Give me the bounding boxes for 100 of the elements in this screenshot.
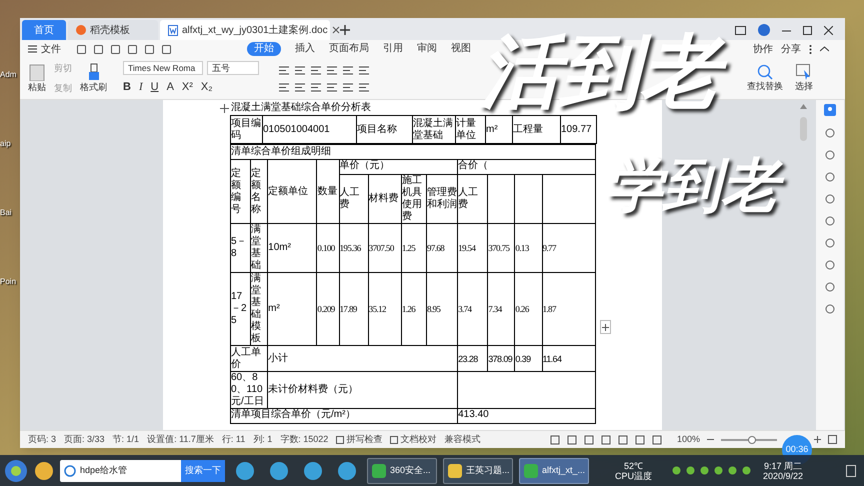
format-button[interactable]: A [166, 79, 174, 96]
table-header: 材料费 [368, 174, 402, 224]
desktop-icon-label[interactable]: Bai [0, 208, 20, 217]
table-cell: 1.87 [542, 272, 596, 346]
status-text: 字数: 15022 [280, 432, 328, 446]
table-cell: 0.13 [514, 224, 542, 272]
table-cell: 清单项目综合单价（元/m²） [230, 408, 458, 424]
cpu-label: CPU温度 [615, 470, 652, 480]
status-text: 页面: 3/33 [64, 432, 105, 446]
zoom-out-icon [707, 436, 714, 443]
ribbon-tab[interactable]: 插入 [295, 42, 315, 56]
window-app-icon [524, 464, 538, 478]
format-button[interactable]: U [150, 79, 159, 96]
checkbox-icon [336, 436, 344, 444]
table-cell: 17－25 [230, 272, 251, 346]
table-header: 定额名称 [250, 160, 268, 224]
ribbon-tab[interactable]: 视图 [451, 42, 471, 56]
table-cell: 60、80、110元/工日 [230, 372, 268, 408]
move-handle-icon [220, 104, 229, 112]
search-icon [757, 64, 773, 80]
table-cell: 11.64 [542, 346, 596, 372]
paragraph-icon [311, 82, 321, 92]
fit-icon [828, 435, 837, 444]
table-cell: 项目名称 [356, 116, 412, 144]
paragraph-icon [343, 82, 353, 92]
status-button[interactable]: 文档校对 [390, 432, 436, 446]
ribbon-tab[interactable]: 引用 [383, 42, 403, 56]
checkbox-icon [390, 436, 398, 444]
browser-icon [64, 464, 76, 476]
file-menu[interactable]: 文件 [28, 42, 69, 56]
table-header: 人工费 [339, 174, 368, 224]
start-orb-icon [4, 458, 28, 482]
slider-thumb[interactable] [748, 436, 756, 444]
window-app-icon [448, 464, 462, 478]
table-cell: 23.28 [458, 346, 488, 372]
table-cell: 378.09 [488, 346, 515, 372]
table-cell: 0.26 [514, 272, 542, 346]
plus-icon [340, 25, 350, 35]
align-left-icon [279, 82, 289, 92]
document-tab[interactable]: 首页 [22, 20, 66, 40]
zoom-percent: 100% [676, 432, 700, 446]
desktop-icon-label[interactable]: Poin [0, 277, 20, 286]
table-header: 定额编号 [230, 160, 251, 224]
cpu-temperature: 52℃ [624, 460, 644, 470]
format-button[interactable]: X² [182, 79, 193, 96]
close-icon [824, 26, 833, 34]
add-row-button[interactable] [600, 320, 611, 334]
find-replace-button[interactable]: 查找替换 [747, 64, 783, 94]
ribbon-tab[interactable]: 开始 [247, 42, 281, 56]
desktop-icon-label[interactable]: Adm [0, 70, 20, 79]
toolbar-link[interactable]: 协作 [753, 42, 773, 56]
plus-icon [602, 324, 609, 330]
paragraph-icon [295, 66, 305, 74]
search-button[interactable]: 搜索一下 [181, 460, 225, 482]
paragraph-icon [327, 66, 337, 74]
table-cell: 10m² [268, 224, 317, 272]
table-cell: 17.89 [339, 272, 368, 346]
status-button[interactable]: 拼写检查 [336, 432, 382, 446]
scrollbar-thumb[interactable] [800, 117, 806, 141]
table-header: 管理费和利润 [426, 174, 458, 224]
table-cell: m² [486, 116, 512, 144]
window-app-icon [372, 464, 386, 478]
ribbon-tab[interactable]: 审阅 [417, 42, 437, 56]
format-painter-button[interactable]: 格式刷 [80, 62, 107, 94]
cursor-icon [796, 64, 812, 80]
table-title: 混凝土满堂基础综合单价分析表 [231, 103, 371, 113]
toolbar-link[interactable]: 分享 [781, 42, 801, 56]
collapse-icon [820, 46, 829, 52]
status-text: 节: 1/1 [112, 432, 140, 446]
table-cell: 未计价材料费（元） [268, 372, 458, 408]
desktop-icon-label[interactable]: aip [0, 139, 20, 148]
format-button[interactable]: X₂ [200, 79, 213, 96]
document-icon [168, 24, 178, 36]
table-cell: 项目编码 [230, 116, 262, 144]
format-button[interactable]: B [123, 79, 131, 96]
table-cell: 1.26 [401, 272, 426, 346]
ribbon-tab[interactable]: 页面布局 [329, 42, 369, 56]
table-cell: 1.25 [401, 224, 426, 272]
paste-button[interactable]: 粘贴 [28, 62, 46, 94]
taskbar-window[interactable]: 王英习题... [443, 458, 513, 484]
paragraph-icon [295, 82, 305, 92]
taskbar-window[interactable]: alfxtj_xt_... [519, 458, 589, 484]
close-icon [332, 26, 340, 34]
table-cell: 413.40 [458, 408, 596, 424]
status-text: 行: 11 [222, 432, 246, 446]
font-name-field[interactable]: Times New Roma [123, 61, 203, 76]
document-tab[interactable]: 稻壳模板 [68, 20, 158, 40]
select-button[interactable]: 选择 [795, 64, 813, 94]
taskbar-window[interactable]: 360安全... [367, 458, 437, 484]
search-field[interactable]: hdpe给水管 搜索一下 [60, 460, 225, 482]
table-cell: 满堂基础 [250, 224, 268, 272]
clipboard-icon [29, 62, 45, 81]
show-desktop-icon [846, 464, 856, 476]
table-cell: 3707.50 [368, 224, 402, 272]
status-text: 兼容模式 [444, 432, 480, 446]
table-cell: 370.75 [488, 224, 515, 272]
format-button[interactable]: I [138, 79, 143, 96]
font-size-field[interactable]: 五号 [207, 61, 259, 76]
table-header: 单价（元） [339, 160, 458, 174]
caption-text: 学到老 [597, 150, 787, 226]
